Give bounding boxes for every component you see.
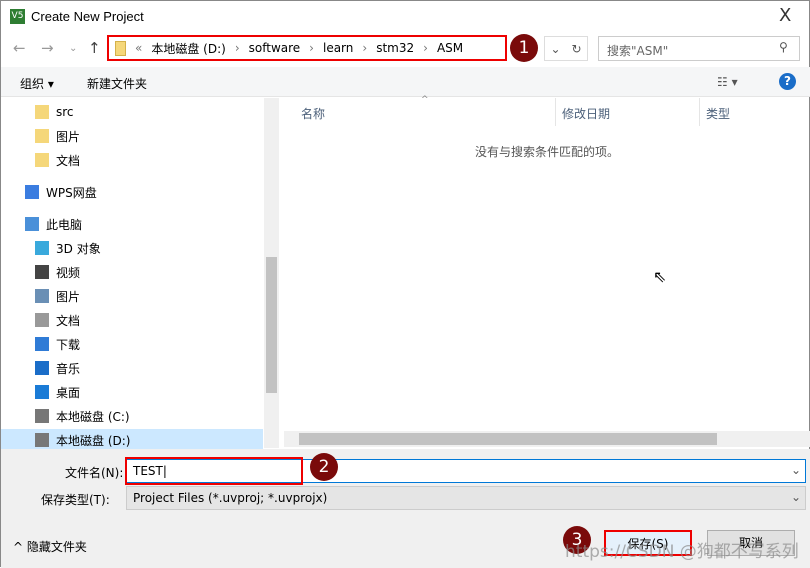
filetype-dropdown-icon[interactable]: ⌄ [791,490,801,504]
close-button[interactable]: X [779,5,791,26]
annotation-badge-1: 1 [510,34,538,62]
folder-icon [35,153,49,167]
back-icon[interactable]: ← [13,39,26,57]
app-logo-icon: V5 [10,9,25,24]
breadcrumb-item[interactable]: stm32 [376,41,414,55]
tree-item-label: src [56,105,74,119]
folder-icon [35,129,49,143]
tree-item[interactable]: WPS网盘 [1,181,263,203]
watermark: https://CSDN @狗都不写系列 [565,542,799,562]
content-scrollbar-thumb[interactable] [299,433,717,445]
help-icon[interactable]: ? [779,73,796,90]
annotation-badge-2: 2 [310,453,338,481]
tree-item-label: 本地磁盘 (C:) [56,409,130,424]
music-icon [35,361,49,375]
tree-item[interactable]: 3D 对象 [1,237,263,259]
breadcrumb-item[interactable]: software [249,41,301,55]
tree-item-label: 图片 [56,129,81,144]
tree-item[interactable]: 下载 [1,333,263,355]
tree-item[interactable]: 图片 [1,125,263,147]
folder-icon [35,105,49,119]
annotation-box-filename [125,457,303,485]
up-icon[interactable]: ↑ [88,39,101,57]
tree-item-label: 视频 [56,265,81,280]
breadcrumb-item[interactable]: ASM [437,41,463,55]
tree-item-label: 文档 [56,153,81,168]
column-date[interactable]: 修改日期 [556,98,700,126]
new-folder-button[interactable]: 新建文件夹 [87,75,147,92]
filetype-label: 保存类型(T): [41,493,110,507]
tree-item[interactable]: 视频 [1,261,263,283]
desktop-icon [35,385,49,399]
tree-item[interactable]: 本地磁盘 (C:) [1,405,263,427]
drive-icon [35,409,49,423]
address-dropdown-icon[interactable]: ⌄ [550,42,560,56]
breadcrumb-item[interactable]: 本地磁盘 (D:) [151,40,225,57]
recent-dropdown-icon[interactable]: ⌄ [69,43,77,54]
tree-item-label: WPS网盘 [46,185,97,200]
filetype-select[interactable]: Project Files (*.uvproj; *.uvprojx) [126,486,806,510]
cube-icon [35,241,49,255]
tree-item-label: 3D 对象 [56,241,101,256]
navigation-pane: src 图片 文档 WPS网盘 此电脑 3D 对象 视频 图片 文档 下载 音乐 桌面 本地磁盘 (C:… [1,98,263,451]
chevron-up-icon: ^ [13,540,27,554]
picture-icon [35,289,49,303]
refresh-icon[interactable]: ↻ [571,42,581,56]
filename-dropdown-icon[interactable]: ⌄ [791,463,801,477]
hide-folders-button[interactable]: ^ 隐藏文件夹 [13,538,87,555]
drive-icon [35,433,49,447]
tree-item[interactable]: src [1,101,263,123]
column-type[interactable]: 类型 [700,98,810,126]
computer-icon [25,217,39,231]
organize-button[interactable]: 组织 ▾ [20,75,54,92]
tree-item[interactable]: 文档 [1,149,263,171]
sort-ascending-icon: ^ [421,95,429,105]
video-icon [35,265,49,279]
tree-item-label: 桌面 [56,385,81,400]
search-input[interactable]: 搜索"ASM" [598,36,800,61]
filename-label: 文件名(N): [65,466,124,480]
view-options-icon[interactable]: ☷ ▾ [717,75,738,89]
search-icon: ⚲ [779,40,788,54]
tree-item-label: 音乐 [56,361,81,376]
tree-item[interactable]: 文档 [1,309,263,331]
tree-item[interactable]: 本地磁盘 (D:) [1,429,263,451]
breadcrumb-item[interactable]: learn [323,41,353,55]
forward-icon[interactable]: → [41,39,54,57]
tree-item[interactable]: 图片 [1,285,263,307]
document-icon [35,313,49,327]
window-title: Create New Project [31,9,144,24]
tree-item[interactable]: 音乐 [1,357,263,379]
tree-item-label: 本地磁盘 (D:) [56,433,131,448]
mouse-cursor-icon: ⇖ [653,267,667,286]
download-icon [35,337,49,351]
tree-item[interactable]: 此电脑 [1,213,263,235]
tree-item-label: 此电脑 [46,217,83,232]
empty-message: 没有与搜索条件匹配的项。 [475,145,620,159]
breadcrumb-overflow[interactable]: « [135,41,142,55]
tree-item-label: 文档 [56,313,81,328]
folder-icon [115,40,126,56]
address-bar[interactable]: « 本地磁盘 (D:) › software › learn › stm32 › ASM [107,35,507,61]
tree-item-label: 下载 [56,337,81,352]
tree-item-label: 图片 [56,289,81,304]
cloud-icon [25,185,39,199]
tree-item[interactable]: 桌面 [1,381,263,403]
nav-scrollbar-thumb[interactable] [266,257,277,393]
